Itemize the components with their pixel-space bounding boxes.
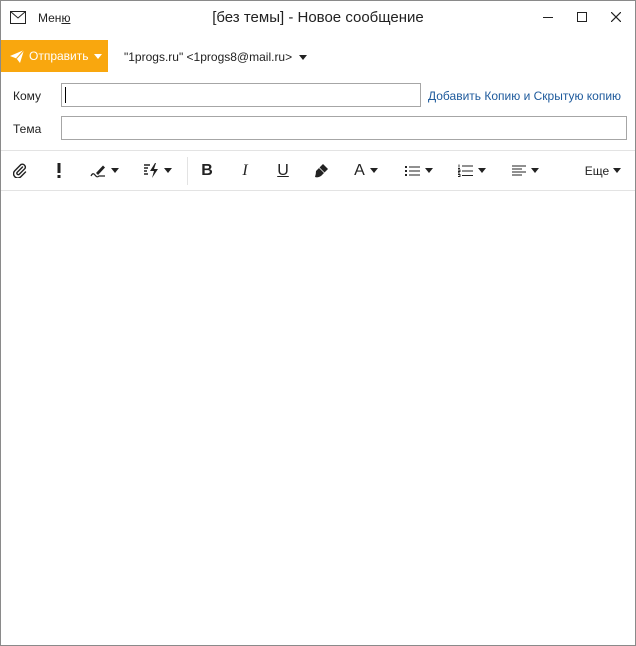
brush-icon [314, 164, 328, 178]
signature-button[interactable] [87, 151, 121, 190]
send-label: Отправить [29, 49, 89, 63]
chevron-down-icon [163, 168, 172, 173]
underline-button[interactable]: U [273, 151, 293, 190]
bold-button[interactable]: B [197, 151, 217, 190]
formatting-toolbar: B I U A Еще [1, 150, 635, 191]
close-button[interactable] [599, 1, 633, 33]
close-icon [611, 12, 621, 22]
maximize-button[interactable] [565, 1, 599, 33]
add-cc-bcc-link[interactable]: Добавить Копию и Скрытую копию [428, 89, 621, 103]
menu-label-accel: ю [61, 11, 71, 25]
align-button[interactable] [510, 151, 540, 190]
numbered-list-icon [458, 164, 473, 177]
to-label: Кому [13, 89, 42, 103]
italic-button[interactable]: I [235, 151, 255, 190]
font-color-icon: A [354, 161, 365, 179]
menu-label-text: Мен [38, 11, 62, 25]
chevron-down-icon [478, 168, 486, 173]
message-body-editor[interactable] [1, 191, 635, 645]
underline-icon: U [277, 161, 289, 179]
paper-plane-icon [10, 49, 24, 63]
clear-formatting-button[interactable] [311, 151, 331, 190]
envelope-icon [10, 11, 26, 24]
chevron-down-icon [369, 168, 378, 173]
from-account-value: "1progs.ru" <1progs8@mail.ru> [124, 50, 293, 64]
text-cursor [65, 87, 66, 103]
italic-icon: I [242, 161, 248, 179]
chevron-down-icon [613, 168, 622, 173]
chevron-down-icon [93, 53, 102, 59]
font-color-button[interactable]: A [351, 151, 381, 190]
chevron-down-icon [299, 54, 308, 60]
maximize-icon [577, 12, 587, 22]
compose-window: Меню [без темы] - Новое сообщение Отправ… [0, 0, 636, 646]
importance-button[interactable] [49, 151, 69, 190]
chevron-down-icon [110, 168, 119, 173]
templates-button[interactable] [141, 151, 173, 190]
minimize-button[interactable] [531, 1, 565, 33]
attach-button[interactable] [9, 151, 31, 190]
chevron-down-icon [425, 168, 433, 173]
exclamation-icon [57, 163, 61, 178]
minimize-icon [543, 17, 553, 18]
paperclip-icon [13, 163, 27, 178]
lightning-icon [143, 163, 158, 178]
chevron-down-icon [530, 168, 539, 173]
align-icon [511, 165, 526, 176]
title-bar: Меню [без темы] - Новое сообщение [1, 1, 635, 35]
menu-button[interactable]: Меню [38, 11, 70, 25]
signature-pen-icon [89, 165, 105, 177]
more-button[interactable]: Еще [583, 151, 623, 190]
more-label: Еще [584, 163, 610, 178]
toolbar-divider [187, 157, 188, 185]
send-button[interactable]: Отправить [1, 40, 108, 72]
subject-field[interactable] [61, 116, 627, 140]
to-field[interactable] [61, 83, 421, 107]
from-account-select[interactable]: "1progs.ru" <1progs8@mail.ru> [124, 50, 308, 64]
bold-icon: B [201, 161, 213, 179]
numbered-list-button[interactable] [457, 151, 487, 190]
subject-label: Тема [13, 122, 42, 136]
bullet-list-icon [405, 165, 420, 176]
bullet-list-button[interactable] [404, 151, 434, 190]
